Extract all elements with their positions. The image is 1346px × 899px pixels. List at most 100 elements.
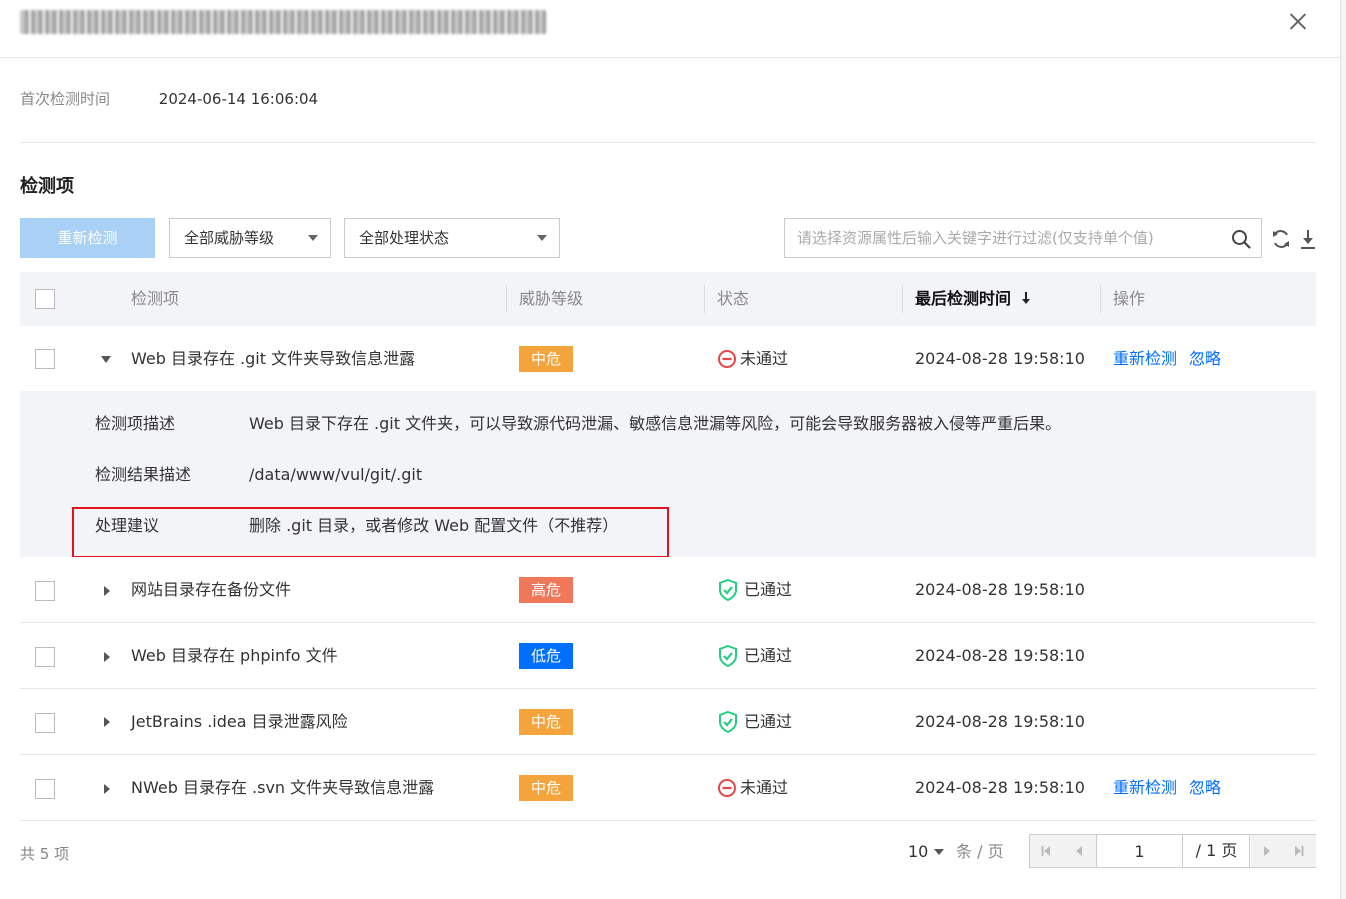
expand-icon[interactable] xyxy=(104,586,110,596)
row-name: JetBrains .idea 目录泄露风险 xyxy=(131,712,348,731)
status-text: 已通过 xyxy=(744,580,793,599)
expand-icon[interactable] xyxy=(104,652,110,662)
select-all-checkbox[interactable] xyxy=(35,289,55,309)
next-page-icon xyxy=(1264,846,1270,856)
refresh-icon[interactable] xyxy=(1271,228,1291,250)
check-items-table: 检测项 威胁等级 状态 最后检测时间 操作 xyxy=(20,272,1316,326)
search-icon[interactable] xyxy=(1231,229,1251,249)
status-select-value: 全部处理状态 xyxy=(359,229,450,247)
chevron-down-icon xyxy=(934,849,945,855)
first-detect-row: 首次检测时间 2024-06-14 16:06:04 xyxy=(20,88,318,110)
recheck-link[interactable]: 重新检测 xyxy=(1113,777,1177,799)
download-icon[interactable] xyxy=(1298,228,1318,250)
row-name: NWeb 目录存在 .svn 文件夹导致信息泄露 xyxy=(131,778,435,797)
prev-page-icon xyxy=(1076,846,1082,856)
shield-check-icon xyxy=(719,710,737,734)
status-text: 已通过 xyxy=(744,712,793,731)
row-checkbox[interactable] xyxy=(35,581,55,601)
detail-dialog: 首次检测时间 2024-06-14 16:06:04 检测项 重新检测 全部威胁… xyxy=(0,0,1340,899)
last-time: 2024-08-28 19:58:10 xyxy=(915,646,1085,665)
chevron-down-icon xyxy=(308,235,318,241)
total-count: 共 5 项 xyxy=(20,845,70,863)
last-time: 2024-08-28 19:58:10 xyxy=(915,778,1085,797)
last-time: 2024-08-28 19:58:10 xyxy=(915,580,1085,599)
recheck-all-button[interactable]: 重新检测 xyxy=(20,218,155,258)
table-row: Web 目录存在 phpinfo 文件 低危 已通过 2024-08-28 19… xyxy=(20,623,1316,689)
highlight-box xyxy=(72,507,669,558)
table-row: 网站目录存在备份文件 高危 已通过 2024-08-28 19:58:10 xyxy=(20,557,1316,623)
status-select[interactable]: 全部处理状态 xyxy=(344,218,560,258)
shield-check-icon xyxy=(719,578,737,602)
recheck-link[interactable]: 重新检测 xyxy=(1113,348,1177,370)
divider xyxy=(1100,285,1101,313)
expand-icon[interactable] xyxy=(104,784,110,794)
table-header: 检测项 威胁等级 状态 最后检测时间 操作 xyxy=(20,272,1316,326)
status-text: 未通过 xyxy=(740,778,789,797)
first-detect-value: 2024-06-14 16:06:04 xyxy=(158,90,319,108)
ignore-link[interactable]: 忽略 xyxy=(1189,348,1221,370)
desc-value: Web 目录下存在 .git 文件夹，可以导致源代码泄漏、敏感信息泄漏等风险，可… xyxy=(249,414,1062,433)
close-icon[interactable] xyxy=(1285,9,1311,35)
table-row: Web 目录存在 .git 文件夹导致信息泄露 中危 未通过 2024-08-2… xyxy=(20,326,1316,391)
page-size-select[interactable]: 10 xyxy=(908,840,945,864)
section-title: 检测项 xyxy=(20,176,74,197)
threat-badge: 中危 xyxy=(519,346,573,372)
row-name: Web 目录存在 phpinfo 文件 xyxy=(131,646,338,665)
threat-badge: 高危 xyxy=(519,577,573,603)
result-value: /data/www/vul/git/.git xyxy=(249,465,423,484)
header-threat: 威胁等级 xyxy=(519,289,584,308)
last-page-icon xyxy=(1295,846,1304,856)
divider xyxy=(506,285,507,313)
status-text: 已通过 xyxy=(744,646,793,665)
page-size-value: 10 xyxy=(908,842,929,861)
threat-badge: 中危 xyxy=(519,709,573,735)
background-edge xyxy=(1340,0,1346,899)
header-status: 状态 xyxy=(717,289,750,308)
expand-icon[interactable] xyxy=(104,717,110,727)
desc-label: 检测项描述 xyxy=(95,414,176,433)
sort-down-icon xyxy=(1021,292,1030,304)
row-checkbox[interactable] xyxy=(35,349,55,369)
collapse-icon[interactable] xyxy=(101,356,111,363)
result-label: 检测结果描述 xyxy=(95,465,192,484)
shield-check-icon xyxy=(719,644,737,668)
divider xyxy=(20,142,1316,143)
table-row: JetBrains .idea 目录泄露风险 中危 已通过 2024-08-28… xyxy=(20,689,1316,755)
prev-page-button[interactable] xyxy=(1063,835,1096,867)
blurred-title xyxy=(20,10,546,34)
dialog-header xyxy=(0,0,1340,58)
divider xyxy=(902,285,903,313)
last-time: 2024-08-28 19:58:10 xyxy=(915,349,1085,368)
header-last-time[interactable]: 最后检测时间 xyxy=(915,272,1031,326)
row-detail-panel: 检测项描述 Web 目录下存在 .git 文件夹，可以导致源代码泄漏、敏感信息泄… xyxy=(20,391,1316,558)
threat-badge: 低危 xyxy=(519,643,573,669)
search-box xyxy=(784,218,1262,258)
threat-level-select[interactable]: 全部威胁等级 xyxy=(169,218,331,258)
chevron-down-icon xyxy=(537,235,547,241)
row-checkbox[interactable] xyxy=(35,713,55,733)
threat-badge: 中危 xyxy=(519,775,573,801)
ignore-link[interactable]: 忽略 xyxy=(1189,777,1221,799)
fail-icon xyxy=(718,779,736,797)
row-checkbox[interactable] xyxy=(35,779,55,799)
header-item: 检测项 xyxy=(131,289,180,308)
search-input[interactable] xyxy=(785,219,1215,257)
first-page-icon xyxy=(1041,846,1050,856)
table-row: NWeb 目录存在 .svn 文件夹导致信息泄露 中危 未通过 2024-08-… xyxy=(20,755,1316,821)
divider xyxy=(704,285,705,313)
pagination: / 1 页 xyxy=(1029,834,1316,868)
row-name: Web 目录存在 .git 文件夹导致信息泄露 xyxy=(131,349,416,368)
last-time: 2024-08-28 19:58:10 xyxy=(915,712,1085,731)
first-page-button[interactable] xyxy=(1030,835,1063,867)
page-number-input[interactable] xyxy=(1096,835,1183,867)
next-page-button[interactable] xyxy=(1251,835,1284,867)
threat-level-select-value: 全部威胁等级 xyxy=(184,229,275,247)
fail-icon xyxy=(718,350,736,368)
row-name: 网站目录存在备份文件 xyxy=(131,580,292,599)
header-action: 操作 xyxy=(1113,289,1146,308)
row-checkbox[interactable] xyxy=(35,647,55,667)
header-last-time-label: 最后检测时间 xyxy=(915,289,1012,308)
status-text: 未通过 xyxy=(740,349,789,368)
last-page-button[interactable] xyxy=(1283,835,1316,867)
first-detect-label: 首次检测时间 xyxy=(20,90,111,108)
